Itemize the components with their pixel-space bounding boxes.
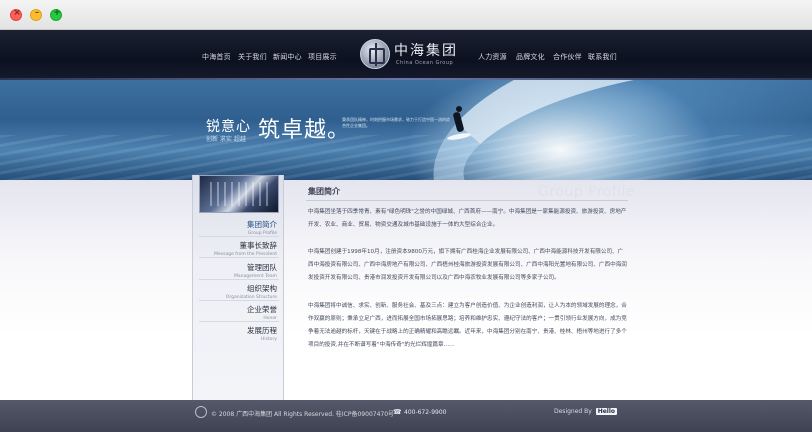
- designer-name: Hello: [595, 408, 618, 415]
- sidebar-divider: [199, 257, 279, 258]
- sidebar-item-label: 发展历程: [247, 326, 277, 335]
- footer-logo-icon: [195, 406, 207, 418]
- sidebar-item-management-team[interactable]: 管理团队 Management Team: [234, 262, 277, 279]
- nav-news[interactable]: 新闻中心: [273, 52, 302, 62]
- nav-contact[interactable]: 联系我们: [588, 52, 617, 62]
- nav-home[interactable]: 中海首页: [202, 52, 231, 62]
- sidebar-item-label: 董事长致辞: [239, 241, 278, 250]
- company-logo[interactable]: 中海集团 China Ocean Group: [360, 37, 460, 77]
- sidebar-item-label: 管理团队: [247, 263, 277, 272]
- subsidiaries-paragraph: 中海集团创建于1998年10月，注册资本9800万元，旗下拥有广西桂海企业发展有…: [308, 249, 627, 281]
- nav-brand[interactable]: 品牌文化: [516, 52, 545, 62]
- logo-title: 中海集团: [394, 43, 458, 59]
- logo-emblem-icon: [360, 39, 390, 69]
- content-panel: 集团简介 Group Profile 中海集团坐落于四季常青、素有"绿色明珠"之…: [306, 184, 635, 376]
- page-title-watermark: Group Profile: [538, 184, 636, 200]
- sidebar-item-president-message[interactable]: 董事长致辞 Message from the President: [214, 240, 277, 257]
- maximize-icon: +: [53, 8, 61, 18]
- sidebar-item-honor[interactable]: 企业荣誉 Honor: [247, 304, 277, 321]
- sidebar-item-label: 集团简介: [247, 220, 277, 229]
- nav-hr[interactable]: 人力资源: [478, 52, 507, 62]
- sidebar-item-sublabel: History: [260, 337, 277, 342]
- sidebar: 集团简介 Group Profile 董事长致辞 Message from th…: [192, 175, 284, 400]
- slogan-prefix: 锐意心: [206, 119, 251, 135]
- designer-credit[interactable]: Designed By Hello: [554, 408, 618, 415]
- intro-paragraph: 中海集团坐落于四季常青、素有"绿色明珠"之誉的中国绿城、广西首府——南宁。中海集…: [308, 209, 627, 228]
- sidebar-divider: [199, 279, 279, 280]
- banner-note: 秉承团队精神，时刻把握市场需求，致力于打造中国一流的综合性企业集团。: [342, 117, 450, 128]
- sidebar-item-label: 组织架构: [247, 284, 277, 293]
- phone-icon: ☎: [393, 408, 402, 416]
- wave-texture: [0, 135, 812, 180]
- philosophy-paragraph: 中海集团将中诚信、求实、创新、服务社会、基及三点：建立为客户创造价值、为企业创造…: [308, 303, 627, 348]
- minimize-icon: –: [34, 8, 40, 18]
- nav-about[interactable]: 关于我们: [238, 52, 267, 62]
- maximize-window-button[interactable]: +: [50, 8, 62, 21]
- logo-subtitle: China Ocean Group: [396, 60, 454, 66]
- page-title: 集团简介: [308, 187, 340, 196]
- sidebar-divider: [199, 300, 279, 301]
- close-window-button[interactable]: ×: [10, 8, 22, 21]
- designed-by-label: Designed By: [554, 408, 592, 415]
- sidebar-item-label: 企业荣誉: [247, 305, 277, 314]
- nav-projects[interactable]: 项目展示: [308, 52, 337, 62]
- browser-window: × – + 中海首页 关于我们 新闻中心 项目展示 人力资源 品牌文化 合作伙伴…: [0, 0, 812, 432]
- title-bar: × – +: [0, 0, 812, 30]
- close-icon: ×: [13, 8, 21, 18]
- sidebar-image: [199, 175, 279, 213]
- sidebar-divider: [199, 236, 279, 237]
- sidebar-item-organization[interactable]: 组织架构 Organization Structure: [226, 283, 277, 300]
- slogan-main: 筑卓越。: [258, 118, 351, 143]
- title-divider: [306, 200, 628, 201]
- copyright-text: © 2008 广西中海集团 All Rights Reserved. 桂ICP备…: [211, 411, 395, 418]
- phone-number: 400-672-9900: [404, 409, 447, 416]
- hero-banner: [0, 80, 812, 180]
- nav-partners[interactable]: 合作伙伴: [553, 52, 582, 62]
- slogan-keywords: 创新 求实 超越: [206, 136, 246, 143]
- sidebar-divider: [199, 321, 279, 322]
- minimize-window-button[interactable]: –: [30, 8, 42, 21]
- sidebar-item-group-profile[interactable]: 集团简介 Group Profile: [247, 219, 277, 236]
- sidebar-item-history[interactable]: 发展历程 History: [247, 325, 277, 342]
- footer: © 2008 广西中海集团 All Rights Reserved. 桂ICP备…: [0, 400, 812, 432]
